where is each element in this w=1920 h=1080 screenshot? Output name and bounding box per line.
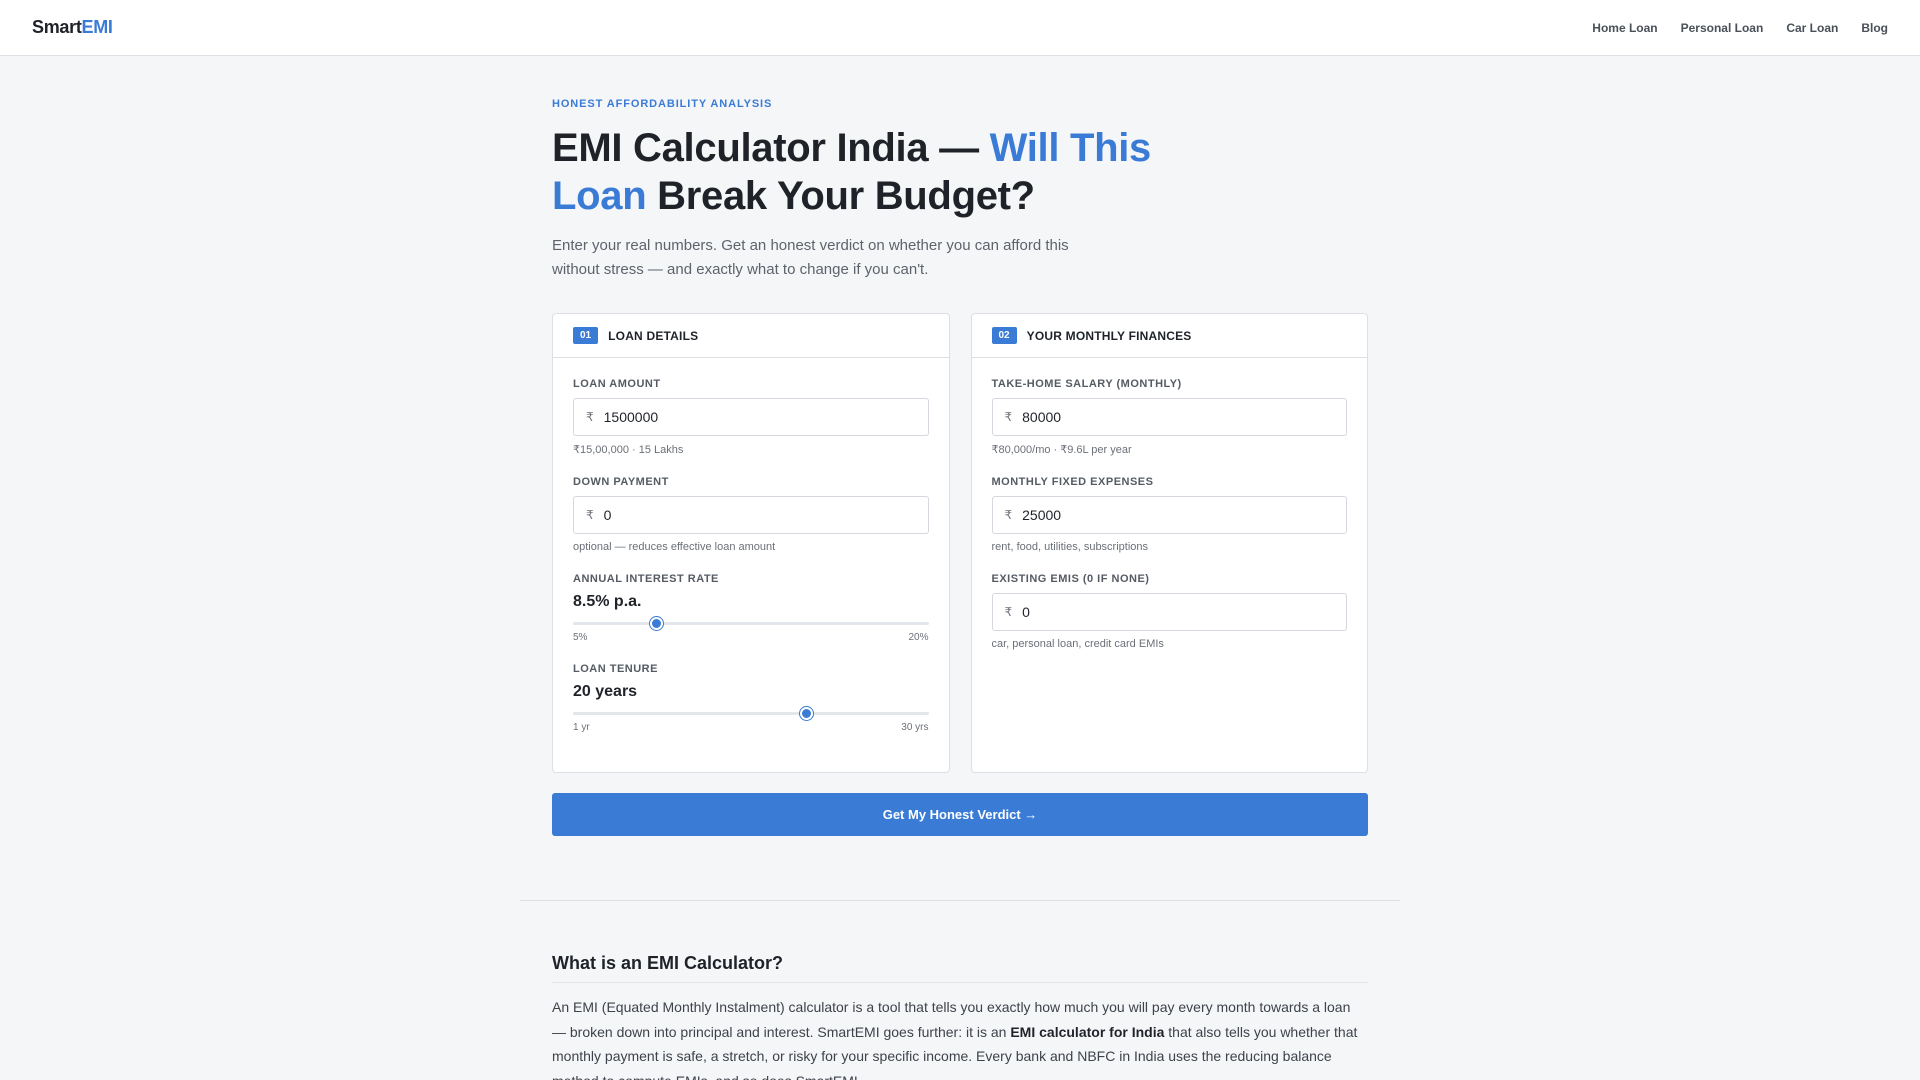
eyebrow-label: HONEST AFFORDABILITY ANALYSIS bbox=[552, 98, 773, 110]
logo[interactable]: SmartEMI bbox=[32, 17, 113, 38]
field-label: DOWN PAYMENT bbox=[573, 476, 669, 488]
expenses-field: MONTHLY FIXED EXPENSES ₹ rent, food, uti… bbox=[991, 476, 1347, 553]
slider-max-label: 20% bbox=[908, 632, 929, 643]
loan-tenure-value: 20 years bbox=[573, 683, 638, 700]
card-title: LOAN DETAILS bbox=[608, 328, 699, 343]
get-verdict-button[interactable]: Get My Honest Verdict → bbox=[552, 793, 1368, 836]
salary-input-wrapper[interactable]: ₹ bbox=[991, 398, 1347, 436]
rupee-icon: ₹ bbox=[1004, 508, 1013, 522]
down-payment-field: DOWN PAYMENT ₹ optional — reduces effect… bbox=[573, 476, 929, 553]
slider-thumb[interactable] bbox=[799, 707, 813, 720]
field-label: ANNUAL INTEREST RATE bbox=[573, 573, 719, 585]
field-label: EXISTING EMIS (0 IF NONE) bbox=[991, 573, 1150, 585]
existing-emis-input[interactable] bbox=[1022, 604, 1334, 620]
title-text: EMI Calculator India — bbox=[552, 126, 990, 170]
loan-amount-input[interactable] bbox=[603, 409, 916, 425]
field-hint: ₹80,000/mo · ₹9.6L per year bbox=[991, 444, 1132, 456]
step-badge: 02 bbox=[991, 327, 1017, 344]
monthly-finances-card: 02 YOUR MONTHLY FINANCES TAKE-HOME SALAR… bbox=[970, 313, 1368, 773]
card-body: LOAN AMOUNT ₹ ₹15,00,000 · 15 Lakhs DOWN… bbox=[553, 358, 949, 733]
existing-emis-input-wrapper[interactable]: ₹ bbox=[991, 593, 1347, 631]
section-divider bbox=[520, 900, 1400, 901]
rupee-icon: ₹ bbox=[1004, 605, 1013, 619]
info-paragraph: An EMI (Equated Monthly Instalment) calc… bbox=[552, 995, 1368, 1080]
loan-tenure-field: LOAN TENURE 20 years 1 yr 30 yrs bbox=[573, 663, 929, 733]
nav-link-personal-loan[interactable]: Personal Loan bbox=[1681, 21, 1764, 35]
interest-rate-field: ANNUAL INTEREST RATE 8.5% p.a. 5% 20% bbox=[573, 573, 929, 643]
loan-tenure-slider[interactable] bbox=[573, 705, 929, 721]
field-hint: rent, food, utilities, subscriptions bbox=[991, 541, 1149, 553]
logo-text-smart: Smart bbox=[32, 17, 82, 37]
field-label: LOAN AMOUNT bbox=[573, 378, 661, 390]
field-label: TAKE-HOME SALARY (MONTHLY) bbox=[991, 378, 1182, 390]
field-hint: ₹15,00,000 · 15 Lakhs bbox=[573, 444, 684, 456]
rupee-icon: ₹ bbox=[1004, 410, 1013, 424]
step-badge: 01 bbox=[573, 327, 599, 344]
page-subtitle: Enter your real numbers. Get an honest v… bbox=[552, 237, 1069, 278]
expenses-input[interactable] bbox=[1022, 507, 1334, 523]
logo-text-emi: EMI bbox=[81, 17, 113, 37]
slider-range: 1 yr 30 yrs bbox=[573, 722, 929, 733]
main-nav: Home Loan Personal Loan Car Loan Blog bbox=[1569, 21, 1888, 35]
title-text-end: Break Your Budget? bbox=[646, 174, 1035, 218]
field-label: LOAN TENURE bbox=[573, 663, 658, 675]
card-header: 02 YOUR MONTHLY FINANCES bbox=[971, 314, 1367, 358]
slider-min-label: 1 yr bbox=[573, 722, 590, 733]
field-hint: optional — reduces effective loan amount bbox=[573, 541, 776, 553]
calculator-section: HONEST AFFORDABILITY ANALYSIS EMI Calcul… bbox=[552, 56, 1368, 836]
top-navbar: SmartEMI Home Loan Personal Loan Car Loa… bbox=[0, 0, 1920, 56]
field-hint: car, personal loan, credit card EMIs bbox=[991, 638, 1164, 650]
slider-range: 5% 20% bbox=[573, 632, 929, 643]
nav-link-car-loan[interactable]: Car Loan bbox=[1786, 21, 1838, 35]
page-title: EMI Calculator India — Will This Loan Br… bbox=[552, 124, 1232, 220]
slider-track[interactable] bbox=[573, 712, 929, 715]
existing-emis-field: EXISTING EMIS (0 IF NONE) ₹ car, persona… bbox=[991, 573, 1347, 650]
interest-rate-slider[interactable] bbox=[573, 615, 929, 631]
field-label: MONTHLY FIXED EXPENSES bbox=[991, 476, 1154, 488]
loan-amount-input-wrapper[interactable]: ₹ bbox=[573, 398, 929, 436]
salary-input[interactable] bbox=[1022, 409, 1334, 425]
slider-min-label: 5% bbox=[573, 632, 588, 643]
input-cards: 01 LOAN DETAILS LOAN AMOUNT ₹ ₹15,00,000… bbox=[552, 313, 1368, 773]
rupee-icon: ₹ bbox=[586, 410, 594, 424]
slider-track[interactable] bbox=[573, 622, 929, 625]
down-payment-input-wrapper[interactable]: ₹ bbox=[573, 496, 929, 534]
slider-thumb[interactable] bbox=[649, 617, 663, 630]
slider-max-label: 30 yrs bbox=[901, 722, 929, 733]
loan-details-card: 01 LOAN DETAILS LOAN AMOUNT ₹ ₹15,00,000… bbox=[552, 313, 950, 773]
info-section: What is an EMI Calculator? An EMI (Equat… bbox=[552, 953, 1368, 1080]
nav-link-blog[interactable]: Blog bbox=[1861, 21, 1888, 35]
info-bold-text: EMI calculator for India bbox=[1010, 1023, 1165, 1040]
expenses-input-wrapper[interactable]: ₹ bbox=[991, 496, 1347, 534]
card-body: TAKE-HOME SALARY (MONTHLY) ₹ ₹80,000/mo … bbox=[972, 358, 1368, 650]
interest-rate-value: 8.5% p.a. bbox=[573, 593, 642, 610]
rupee-icon: ₹ bbox=[586, 508, 594, 522]
info-heading: What is an EMI Calculator? bbox=[552, 953, 1368, 983]
down-payment-input[interactable] bbox=[603, 507, 916, 523]
card-header: 01 LOAN DETAILS bbox=[553, 314, 949, 358]
card-title: YOUR MONTHLY FINANCES bbox=[1026, 328, 1192, 343]
nav-link-home-loan[interactable]: Home Loan bbox=[1592, 21, 1657, 35]
loan-amount-field: LOAN AMOUNT ₹ ₹15,00,000 · 15 Lakhs bbox=[573, 378, 929, 456]
salary-field: TAKE-HOME SALARY (MONTHLY) ₹ ₹80,000/mo … bbox=[991, 378, 1347, 456]
